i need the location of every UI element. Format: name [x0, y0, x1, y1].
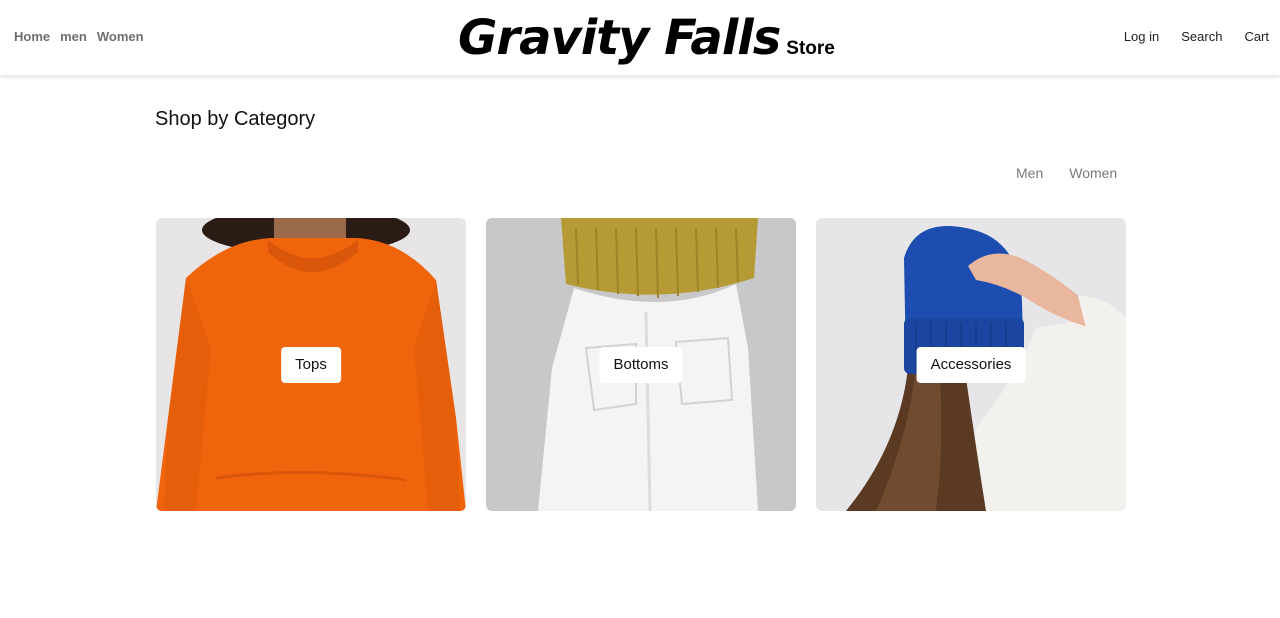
nav-women-link[interactable]: Women: [97, 29, 144, 44]
account-nav: Log in Search Cart: [1124, 29, 1269, 44]
nav-home-link[interactable]: Home: [14, 29, 50, 44]
login-link[interactable]: Log in: [1124, 29, 1159, 44]
category-card-tops[interactable]: Tops: [156, 218, 466, 511]
category-grid: Tops Bottoms Accessories: [156, 218, 1126, 511]
category-card-accessories[interactable]: Accessories: [816, 218, 1126, 511]
category-label-bottoms: Bottoms: [599, 347, 683, 383]
filter-women-link[interactable]: Women: [1069, 165, 1117, 181]
category-card-bottoms[interactable]: Bottoms: [486, 218, 796, 511]
logo-wordmark: Gravity Falls: [458, 10, 781, 66]
category-label-accessories: Accessories: [916, 347, 1026, 383]
logo-subtitle: Store: [786, 38, 835, 59]
store-logo[interactable]: Gravity Falls Store: [458, 10, 835, 66]
nav-men-link[interactable]: men: [60, 29, 87, 44]
category-label-tops: Tops: [281, 347, 341, 383]
category-filter: Men Women: [1016, 165, 1117, 181]
cart-link[interactable]: Cart: [1244, 29, 1269, 44]
site-header: Home men Women Gravity Falls Store Log in…: [0, 0, 1280, 75]
search-link[interactable]: Search: [1181, 29, 1222, 44]
section-title: Shop by Category: [155, 108, 316, 130]
primary-nav: Home men Women: [14, 29, 144, 44]
filter-men-link[interactable]: Men: [1016, 165, 1043, 181]
